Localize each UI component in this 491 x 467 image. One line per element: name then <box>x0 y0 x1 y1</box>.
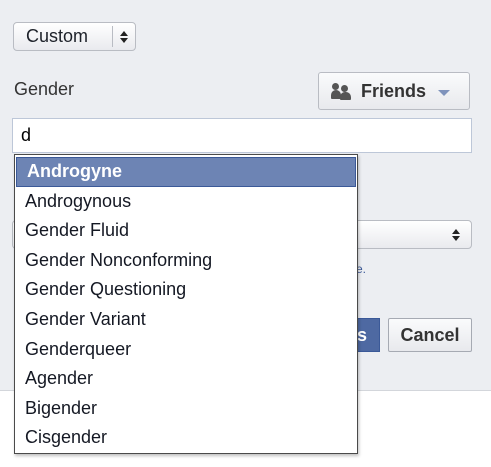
gender-input[interactable] <box>12 118 472 153</box>
autocomplete-option[interactable]: Bigender <box>15 394 357 424</box>
gender-autocomplete-dropdown: Androgyne Androgynous Gender Fluid Gende… <box>14 154 358 454</box>
friends-icon <box>331 82 353 100</box>
autocomplete-option[interactable]: Androgynous <box>15 187 357 217</box>
autocomplete-option[interactable]: Cisgender <box>15 423 357 453</box>
cancel-button[interactable]: Cancel <box>388 318 472 352</box>
autocomplete-option[interactable]: Agender <box>15 364 357 394</box>
chevron-down-icon <box>438 89 451 96</box>
gender-label: Gender <box>14 79 75 99</box>
updown-arrows-icon <box>445 225 467 245</box>
autocomplete-option[interactable]: Genderqueer <box>15 335 357 365</box>
autocomplete-option[interactable]: Gender Nonconforming <box>15 246 357 276</box>
privacy-select[interactable]: Custom <box>13 22 136 51</box>
privacy-select-value: Custom <box>26 26 89 46</box>
updown-arrows-icon <box>113 30 135 43</box>
autocomplete-option[interactable]: Androgyne <box>16 157 356 187</box>
autocomplete-option[interactable]: Gender Questioning <box>15 275 357 305</box>
audience-selector-button[interactable]: Friends <box>318 72 470 110</box>
autocomplete-option[interactable]: Gender Fluid <box>15 216 357 246</box>
autocomplete-option[interactable]: Gender Variant <box>15 305 357 335</box>
audience-label: Friends <box>361 80 427 101</box>
